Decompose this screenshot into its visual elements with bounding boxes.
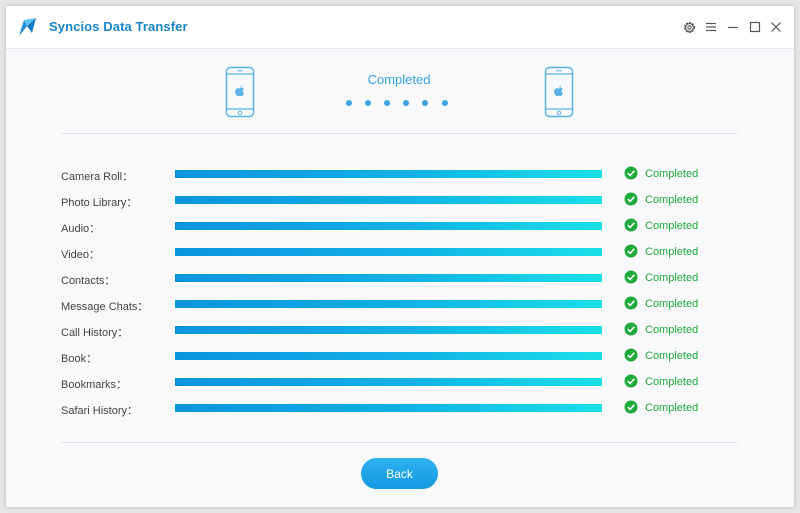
check-circle-icon [624,218,638,232]
menu-icon[interactable] [703,19,719,35]
item-status: Completed [645,376,699,388]
transfer-item-row: Bookmarks： Completed [6,369,794,395]
progress-dot [384,100,390,106]
transfer-item-row: Call History： Completed [6,317,794,343]
transfer-item-row: Message Chats： Completed [6,291,794,317]
item-label: Bookmarks： [61,379,128,391]
minimize-icon[interactable] [725,19,741,35]
transfer-header: Completed [6,49,794,137]
progress-bar [175,378,602,386]
item-label: Video： [61,249,100,261]
progress-bar [175,326,602,334]
item-status: Completed [645,402,699,414]
title-bar[interactable]: Syncios Data Transfer [6,6,794,49]
progress-bar [175,300,602,308]
item-label: Message Chats： [61,301,149,313]
item-status: Completed [645,194,699,206]
item-status: Completed [645,246,699,258]
item-status: Completed [645,168,699,180]
transfer-item-row: Audio： Completed [6,213,794,239]
progress-bar-fill [175,404,602,412]
transfer-item-row: Camera Roll： Completed [6,161,794,187]
progress-bar-fill [175,170,602,178]
app-title: Syncios Data Transfer [49,19,188,34]
item-label: Call History： [61,327,129,339]
close-icon[interactable] [768,19,784,35]
progress-dot [403,100,409,106]
item-status: Completed [645,272,699,284]
progress-bar-fill [175,196,602,204]
check-circle-icon [624,192,638,206]
transfer-status: Completed [367,72,431,87]
transfer-item-row: Book： Completed [6,343,794,369]
check-circle-icon [624,166,638,180]
app-logo-icon [16,16,38,38]
item-label: Photo Library： [61,197,138,209]
progress-bar-fill [175,378,602,386]
progress-bar-fill [175,274,602,282]
progress-bar [175,274,602,282]
item-status: Completed [645,298,699,310]
source-device-icon [225,66,255,118]
progress-bar [175,196,602,204]
check-circle-icon [624,348,638,362]
progress-bar-fill [175,352,602,360]
progress-bar [175,352,602,360]
target-device-icon [544,66,574,118]
check-circle-icon [624,270,638,284]
progress-bar [175,170,602,178]
item-status: Completed [645,220,699,232]
item-label: Book： [61,353,98,365]
check-circle-icon [624,244,638,258]
footer-divider [61,442,738,443]
item-label: Contacts： [61,275,116,287]
progress-bar-fill [175,222,602,230]
maximize-icon[interactable] [747,19,763,35]
transfer-item-row: Photo Library： Completed [6,187,794,213]
progress-bar [175,248,602,256]
item-status: Completed [645,350,699,362]
gear-icon[interactable] [681,19,697,35]
progress-bar-fill [175,326,602,334]
progress-bar-fill [175,248,602,256]
transfer-item-row: Video： Completed [6,239,794,265]
item-label: Camera Roll： [61,171,134,183]
transfer-item-row: Safari History： Completed [6,395,794,421]
check-circle-icon [624,322,638,336]
header-divider [61,133,738,134]
progress-dot [365,100,371,106]
back-button[interactable]: Back [361,458,438,489]
progress-bar [175,222,602,230]
item-label: Safari History： [61,405,139,417]
check-circle-icon [624,296,638,310]
transfer-item-row: Contacts： Completed [6,265,794,291]
check-circle-icon [624,374,638,388]
progress-bar-fill [175,300,602,308]
check-circle-icon [624,400,638,414]
progress-bar [175,404,602,412]
app-window: Syncios Data Transfer Completed Camera R… [6,6,794,507]
progress-dot [442,100,448,106]
item-label: Audio： [61,223,101,235]
progress-dot [346,100,352,106]
progress-dot [422,100,428,106]
item-status: Completed [645,324,699,336]
